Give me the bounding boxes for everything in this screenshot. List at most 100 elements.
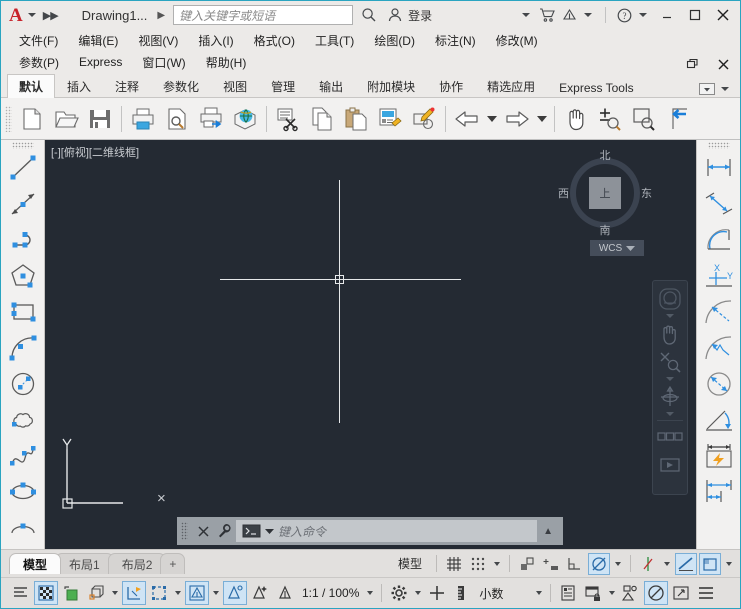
tab-annotate[interactable]: 注释 <box>103 74 151 98</box>
spline-tool[interactable] <box>3 438 43 474</box>
search-input[interactable]: 键入关键字或短语 <box>173 5 354 25</box>
menu-window[interactable]: 窗口(W) <box>132 52 195 73</box>
render-globe-icon[interactable] <box>228 102 262 136</box>
maximize-icon[interactable] <box>682 4 708 26</box>
signin-label[interactable]: 登录 <box>408 7 432 24</box>
orbit-dropdown-icon[interactable] <box>666 412 674 416</box>
quick-access-more-icon[interactable]: ▶▶ <box>43 9 59 22</box>
redo-dropdown-icon[interactable] <box>534 102 550 136</box>
isolate-objects-icon[interactable] <box>619 581 643 605</box>
undo-icon[interactable] <box>450 102 484 136</box>
visual-style-caret-icon[interactable] <box>112 591 118 595</box>
view-cube-south-label[interactable]: 南 <box>600 222 611 238</box>
title-arrow-icon[interactable]: ▶ <box>157 10 165 21</box>
zoom-dropdown-icon[interactable] <box>666 377 674 381</box>
customization-menu-icon[interactable] <box>694 581 718 605</box>
baseline-dimension-tool[interactable] <box>699 474 739 510</box>
open-folder-icon[interactable] <box>49 102 83 136</box>
tab-manage[interactable]: 管理 <box>259 74 307 98</box>
copy-icon[interactable] <box>305 102 339 136</box>
jogged-dimension-tool[interactable] <box>699 330 739 366</box>
revision-cloud-tool[interactable] <box>3 402 43 438</box>
print-icon[interactable] <box>126 102 160 136</box>
tab-insert[interactable]: 插入 <box>55 74 103 98</box>
cart-icon[interactable] <box>537 4 557 26</box>
command-line-close-icon[interactable] <box>192 520 214 542</box>
object-snap-tracking-icon[interactable] <box>637 553 659 575</box>
model-space-icon[interactable] <box>9 581 33 605</box>
transparency-caret-icon[interactable] <box>726 561 732 566</box>
quick-dimension-tool[interactable] <box>699 438 739 474</box>
orbit-icon[interactable] <box>655 383 685 411</box>
showmotion-panels-icon[interactable] <box>655 423 685 451</box>
tab-model[interactable]: 模型 <box>9 553 62 574</box>
close-icon[interactable] <box>710 4 736 26</box>
units-label[interactable]: 小数 <box>475 585 507 602</box>
print-preview-icon[interactable] <box>160 102 194 136</box>
view-cube[interactable]: 上 北 南 西 东 <box>558 150 652 238</box>
snap-mode-icon[interactable] <box>467 553 489 575</box>
annotation-monitor-icon[interactable] <box>425 581 449 605</box>
quick-properties-icon[interactable] <box>556 581 580 605</box>
zoom-extents-icon[interactable] <box>593 102 627 136</box>
transparency-icon[interactable] <box>699 552 721 575</box>
object-snap-tracking-caret-icon[interactable] <box>664 561 670 566</box>
zoom-previous-icon[interactable] <box>661 102 695 136</box>
pan-hand-icon[interactable] <box>559 102 593 136</box>
close-document-icon[interactable] <box>710 53 736 75</box>
minimize-icon[interactable] <box>654 4 680 26</box>
search-icon[interactable] <box>359 4 379 26</box>
tab-output[interactable]: 输出 <box>307 74 355 98</box>
lineweight-icon[interactable] <box>675 552 697 575</box>
isometric-draft-icon[interactable] <box>564 553 586 575</box>
menu-insert[interactable]: 插入(I) <box>188 30 243 51</box>
gear-icon[interactable] <box>387 581 411 605</box>
snap-caret-icon[interactable] <box>494 561 500 566</box>
command-history-expand-icon[interactable]: ▲ <box>537 526 559 537</box>
line-tool[interactable] <box>3 150 43 186</box>
match-properties-icon[interactable] <box>373 102 407 136</box>
tab-layout2[interactable]: 布局2 <box>107 553 167 574</box>
units-caret-icon[interactable] <box>536 591 543 595</box>
toolbar-drag-grip-icon[interactable] <box>5 105 12 132</box>
command-input[interactable]: 键入命令 <box>236 520 538 542</box>
tab-express-tools[interactable]: Express Tools <box>547 77 645 98</box>
ortho-mode-icon[interactable] <box>516 553 538 575</box>
diameter-dimension-tool[interactable] <box>699 366 739 402</box>
selection-cycling-icon[interactable] <box>147 581 171 605</box>
view-cube-east-label[interactable]: 东 <box>641 185 652 201</box>
ucs-selector-button[interactable]: WCS <box>590 240 644 256</box>
showmotion-play-icon[interactable] <box>655 451 685 479</box>
menu-tools[interactable]: 工具(T) <box>305 30 364 51</box>
tab-featured-apps[interactable]: 精选应用 <box>475 74 547 98</box>
units-icon[interactable] <box>450 581 474 605</box>
rectangle-tool[interactable] <box>3 294 43 330</box>
menu-parametric[interactable]: 参数(P) <box>9 52 69 73</box>
plot-publish-icon[interactable] <box>194 102 228 136</box>
draw-toolbar-grip-icon[interactable] <box>11 142 34 149</box>
add-layout-button[interactable]: + <box>160 553 186 574</box>
elliptical-arc-tool[interactable] <box>3 510 43 546</box>
tab-home[interactable]: 默认 <box>7 74 56 98</box>
person-icon[interactable] <box>385 4 405 26</box>
dimension-toolbar-grip-icon[interactable] <box>707 142 730 149</box>
view-cube-west-label[interactable]: 西 <box>558 185 569 201</box>
menu-modify[interactable]: 修改(M) <box>486 30 548 51</box>
tab-layout1[interactable]: 布局1 <box>55 553 114 574</box>
menu-dimension[interactable]: 标注(N) <box>425 30 486 51</box>
ellipse-tool[interactable] <box>3 474 43 510</box>
autocad-logo-icon[interactable]: A <box>7 6 25 25</box>
lock-ui-icon[interactable] <box>581 581 605 605</box>
zoom-extents-icon[interactable] <box>655 348 685 376</box>
ribbon-minimize-icon[interactable] <box>699 83 715 95</box>
annotation-scale-add-icon[interactable] <box>248 581 272 605</box>
zoom-window-icon[interactable] <box>627 102 661 136</box>
hardware-accel-icon[interactable] <box>59 581 83 605</box>
command-line-grip-icon[interactable] <box>181 522 188 540</box>
visualstyle-cube-icon[interactable] <box>84 581 108 605</box>
annotation-visibility-icon[interactable] <box>185 581 209 605</box>
grid-display-icon[interactable] <box>443 553 465 575</box>
annotation-scale-label[interactable]: 1:1 / 100% <box>298 586 363 600</box>
angular-dimension-tool[interactable] <box>699 402 739 438</box>
annotation-caret-icon[interactable] <box>213 591 219 595</box>
